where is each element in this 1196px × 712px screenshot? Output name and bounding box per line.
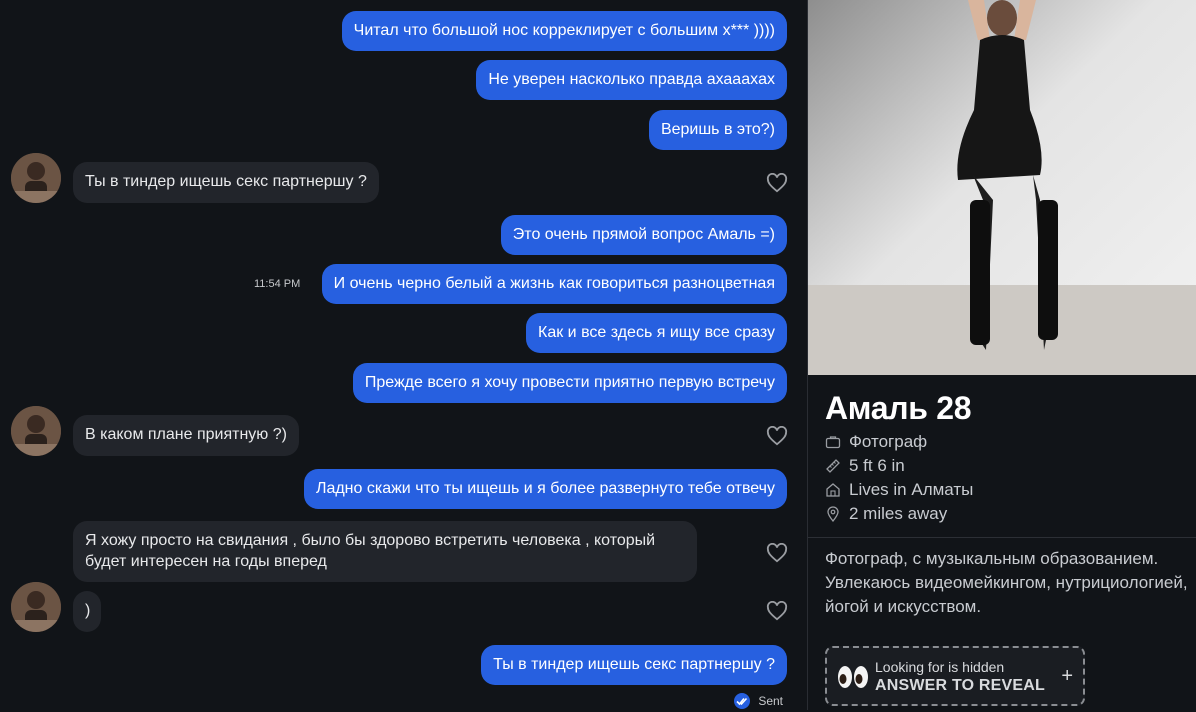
message-text: Ты в тиндер ищешь секс партнершу ? xyxy=(493,656,775,673)
message-outgoing[interactable]: Читал что большой нос корреклирует с бол… xyxy=(341,11,787,51)
eyes-emoji-icon xyxy=(838,666,868,688)
message-outgoing[interactable]: Ладно скажи что ты ищешь и я более разве… xyxy=(303,469,787,509)
message-outgoing[interactable]: Как и все здесь я ищу все сразу xyxy=(526,313,787,353)
message-outgoing[interactable]: Не уверен насколько правда ахаааxах xyxy=(476,60,787,100)
profile-bio: Фотограф, с музыкальным образованием. Ув… xyxy=(825,549,1188,616)
message-outgoing[interactable]: Это очень прямой вопрос Амаль =) xyxy=(500,215,787,255)
message-text: Ладно скажи что ты ищешь и я более разве… xyxy=(315,480,775,497)
profile-photo[interactable] xyxy=(808,0,1196,375)
ruler-icon xyxy=(826,459,840,473)
avatar[interactable] xyxy=(11,153,61,203)
message-timestamp: 11:54 PM xyxy=(254,278,301,290)
heart-icon[interactable] xyxy=(766,543,788,563)
message-text: В каком плане приятную ?) xyxy=(85,426,287,443)
heart-icon[interactable] xyxy=(766,601,788,621)
profile-panel: Амаль 28 Фотограф 5 ft 6 in Lives in Алм… xyxy=(807,0,1196,710)
profile-height: 5 ft 6 in xyxy=(849,456,905,475)
message-outgoing[interactable]: И очень черно белый а жизнь как говорить… xyxy=(321,264,787,304)
message-text: Я хожу просто на свидания , было бы здор… xyxy=(85,532,656,570)
chat-panel: Читал что большой нос корреклирует с бол… xyxy=(0,0,807,710)
profile-job-row: Фотограф xyxy=(825,432,927,452)
message-text: Не уверен насколько правда ахаааxах xyxy=(488,71,775,88)
avatar[interactable] xyxy=(11,406,61,456)
profile-name: Амаль 28 xyxy=(825,390,972,426)
heart-icon[interactable] xyxy=(766,426,788,446)
sent-label: Sent xyxy=(758,694,783,708)
profile-distance: 2 miles away xyxy=(849,504,948,523)
answer-to-reveal-card[interactable]: Looking for is hidden ANSWER TO REVEAL + xyxy=(825,646,1085,706)
message-incoming[interactable]: ) xyxy=(73,591,101,632)
divider xyxy=(808,537,1196,538)
briefcase-icon xyxy=(825,436,841,449)
message-incoming[interactable]: Я хожу просто на свидания , было бы здор… xyxy=(73,521,697,582)
message-text: Это очень прямой вопрос Амаль =) xyxy=(512,226,775,243)
avatar[interactable] xyxy=(11,582,61,632)
profile-job: Фотограф xyxy=(849,432,928,451)
message-text: И очень черно белый а жизнь как говорить… xyxy=(333,275,775,292)
message-outgoing[interactable]: Прежде всего я хочу провести приятно пер… xyxy=(352,363,787,403)
profile-lives-row: Lives in Алматы xyxy=(825,480,973,500)
plus-icon[interactable]: + xyxy=(1061,665,1073,688)
profile-lives: Lives in Алматы xyxy=(849,480,974,499)
double-check-icon xyxy=(734,693,751,709)
message-text: Как и все здесь я ищу все сразу xyxy=(538,324,775,341)
profile-height-row: 5 ft 6 in xyxy=(825,456,905,476)
message-text: Ты в тиндер ищешь секс партнершу ? xyxy=(85,173,367,190)
profile-distance-row: 2 miles away xyxy=(825,504,947,524)
message-incoming[interactable]: Ты в тиндер ищешь секс партнершу ? xyxy=(73,162,379,203)
message-incoming[interactable]: В каком плане приятную ?) xyxy=(73,415,299,456)
message-text: ) xyxy=(85,602,91,619)
home-icon xyxy=(826,483,840,497)
sent-status: Sent xyxy=(734,692,783,710)
message-outgoing[interactable]: Веришь в это?) xyxy=(648,110,787,150)
location-pin-icon xyxy=(827,506,839,522)
message-text: Прежде всего я хочу провести приятно пер… xyxy=(364,374,775,391)
message-outgoing[interactable]: Ты в тиндер ищешь секс партнершу ? xyxy=(481,645,787,685)
reveal-hint: Looking for is hidden xyxy=(875,659,1005,675)
heart-icon[interactable] xyxy=(766,173,788,193)
reveal-title: ANSWER TO REVEAL xyxy=(875,677,1046,694)
message-text: Читал что большой нос корреклирует с бол… xyxy=(353,22,775,39)
message-text: Веришь в это?) xyxy=(660,121,775,138)
